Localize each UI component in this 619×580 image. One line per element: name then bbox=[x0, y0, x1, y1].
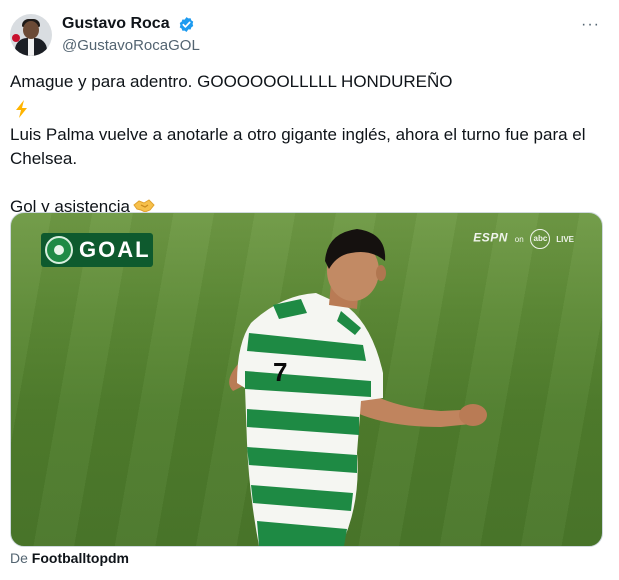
more-icon[interactable]: ··· bbox=[581, 16, 600, 34]
goal-badge-label: GOAL bbox=[79, 237, 151, 262]
verified-badge-icon bbox=[179, 16, 194, 32]
source-name[interactable]: Footballtopdm bbox=[32, 550, 129, 566]
tweet-line-2: Luis Palma vuelve a anotarle a otro giga… bbox=[10, 124, 586, 168]
goal-badge: GOAL bbox=[41, 233, 153, 267]
lightning-icon bbox=[16, 99, 27, 118]
tweet-line-1: Amague y para adentro. GOOOOOOLLLLL HOND… bbox=[10, 70, 610, 94]
honduras-flag-icon bbox=[456, 74, 478, 88]
author-display-name[interactable]: Gustavo Roca bbox=[62, 14, 170, 34]
broadcast-watermark: ESPN on abc LIVE bbox=[473, 229, 574, 249]
espn-logo: ESPN bbox=[473, 230, 508, 245]
player-number: 7 bbox=[273, 357, 287, 387]
source-prefix: De bbox=[10, 550, 28, 566]
abc-logo: abc bbox=[530, 229, 551, 249]
author-names: Gustavo Roca @GustavoRocaGOL bbox=[62, 14, 200, 56]
author-handle[interactable]: @GustavoRocaGOL bbox=[62, 36, 200, 56]
media-source: De Footballtopdm bbox=[10, 550, 129, 566]
live-label: LIVE bbox=[556, 234, 574, 244]
video-media[interactable]: 7 GOAL ESPN on abc LIVE bbox=[10, 212, 603, 547]
celtic-clover-icon bbox=[45, 236, 73, 264]
tweet-header: Gustavo Roca @GustavoRocaGOL ··· bbox=[10, 12, 610, 60]
tweet-text: Amague y para adentro. GOOOOOOLLLLL HOND… bbox=[10, 70, 610, 219]
broadcast-on-label: on bbox=[514, 234, 524, 244]
avatar[interactable] bbox=[10, 14, 52, 56]
